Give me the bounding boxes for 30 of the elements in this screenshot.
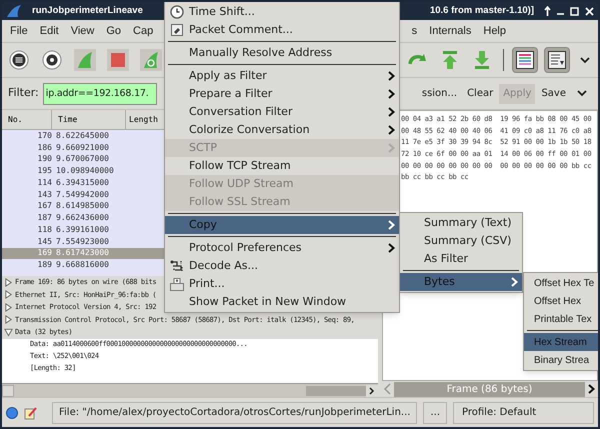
table-cell: 6.399161000 xyxy=(56,224,109,236)
table-cell-text: 190 xyxy=(36,153,52,166)
table-cell: 8.622645000 xyxy=(56,130,109,142)
table-cell: 6.394315000 xyxy=(56,176,109,189)
table-cell: 9.660921000 xyxy=(56,142,109,154)
table-cell-text: 187 xyxy=(36,212,52,224)
table-cell-text: 118 xyxy=(36,224,52,236)
table-cell: 10.098940000 xyxy=(56,165,114,178)
table-cell-text: 114 xyxy=(36,176,52,189)
table-cell: 8.617423000 xyxy=(56,247,109,260)
table-cell-text: 189 xyxy=(36,259,52,272)
table-cell-text: 145 xyxy=(36,236,52,248)
table-cell: 9.670067000 xyxy=(56,153,109,166)
table-cell-text: 186 xyxy=(36,142,52,154)
table-cell-text: 170 xyxy=(36,130,52,142)
status-file: File: "/home/alex/proyectoCortadora/otrosCortes/runJobperimeterLin... xyxy=(52,402,418,424)
table-cell-text: 195 xyxy=(36,165,52,178)
table-cell: 9.662436000 xyxy=(56,212,109,224)
status-profile: Profile: Default xyxy=(453,402,594,424)
table-cell: 7.549942000 xyxy=(56,188,109,201)
table-cell: 9.668816000 xyxy=(56,259,109,272)
window-title: runJobperimeterLineave xyxy=(32,4,143,18)
window-title: 10.6 from master-1.10)] xyxy=(430,4,534,18)
table-cell-text: 167 xyxy=(36,200,52,212)
table-cell: 7.554923000 xyxy=(56,236,109,248)
status-more: ... xyxy=(423,402,448,424)
table-cell-text: 169 xyxy=(36,247,52,260)
table-cell-text: 143 xyxy=(36,188,52,201)
table-cell: 8.614985000 xyxy=(56,200,109,212)
filter-label: Filter: xyxy=(8,85,39,102)
